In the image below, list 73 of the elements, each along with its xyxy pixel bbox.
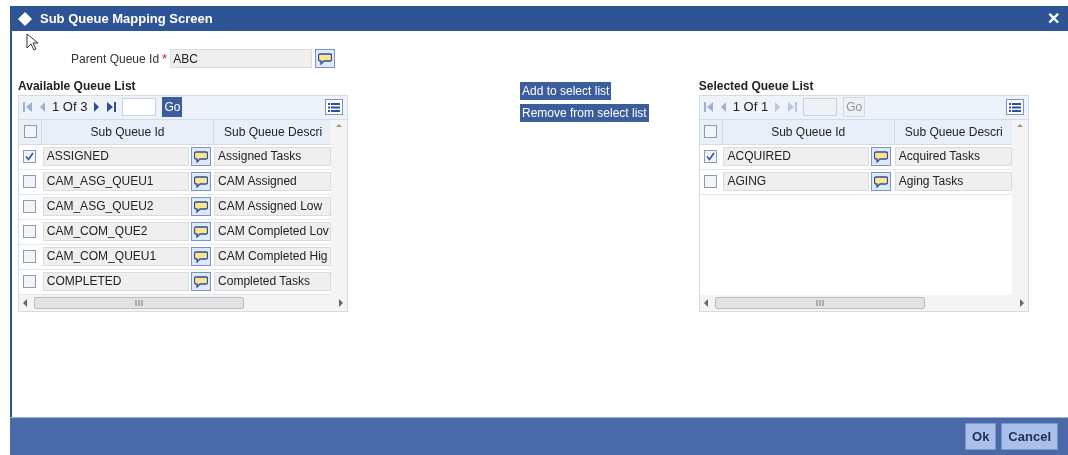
mouse-pointer-icon: [26, 33, 38, 51]
columns-menu-icon[interactable]: [1005, 99, 1024, 115]
description-field[interactable]: Aging Tasks: [894, 172, 1012, 191]
scroll-left-icon[interactable]: [23, 298, 28, 307]
previous-page-icon[interactable]: [39, 101, 46, 113]
lookup-button[interactable]: [871, 147, 892, 166]
dialog-button[interactable]: Ok: [965, 423, 997, 450]
grip-icon: [135, 299, 143, 306]
lookup-button[interactable]: [190, 247, 211, 266]
page-indicator: 1 Of 3: [52, 98, 88, 117]
lookup-button[interactable]: [190, 197, 211, 216]
checkbox[interactable]: [704, 125, 718, 138]
checkbox[interactable]: [704, 175, 718, 188]
last-page-icon[interactable]: [106, 101, 117, 113]
scroll-left-icon[interactable]: [703, 298, 709, 307]
close-button[interactable]: ✕: [1047, 6, 1060, 31]
vertical-scrollbar[interactable]: [1011, 119, 1028, 295]
page-indicator: 1 Of 1: [732, 98, 769, 117]
column-header: Sub Queue Id: [41, 119, 213, 144]
scroll-right-icon[interactable]: [1018, 298, 1024, 307]
checkbox[interactable]: [23, 125, 37, 138]
page-input[interactable]: [122, 98, 157, 116]
horizontal-scrollbar[interactable]: [699, 294, 1028, 311]
section-title: Selected Queue List: [698, 77, 815, 95]
queue-id-field[interactable]: CAM_COM_QUE2: [42, 222, 189, 241]
checkbox[interactable]: [23, 200, 37, 213]
checkbox[interactable]: [23, 250, 37, 263]
queue-id-field[interactable]: COMPLETED: [42, 272, 189, 291]
grip-icon: [815, 299, 824, 306]
description-field[interactable]: CAM Completed Lov: [214, 222, 331, 241]
next-page-icon[interactable]: [93, 101, 101, 113]
previous-page-icon[interactable]: [719, 101, 727, 113]
queue-id-field[interactable]: CAM_ASG_QUEU1: [42, 172, 189, 191]
select-list-button[interactable]: Add to select list: [520, 81, 612, 100]
lookup-button[interactable]: [190, 172, 211, 191]
description-field[interactable]: Completed Tasks: [214, 272, 331, 291]
column-header: Sub Queue Id: [721, 119, 894, 144]
required-mark: *: [162, 50, 168, 68]
column-header: Sub Queue Descri: [893, 119, 1012, 144]
scroll-right-icon[interactable]: [338, 298, 343, 307]
queue-id-field[interactable]: CAM_COM_QUEU1: [42, 247, 189, 266]
checkbox[interactable]: [23, 275, 37, 288]
lookup-button[interactable]: [871, 172, 892, 191]
checkbox[interactable]: [23, 175, 37, 188]
queue-id-field[interactable]: AGING: [723, 172, 870, 191]
columns-menu-icon[interactable]: [325, 99, 343, 115]
vertical-scrollbar[interactable]: [331, 119, 347, 295]
description-field[interactable]: Acquired Tasks: [894, 147, 1012, 166]
queue-id-field[interactable]: ASSIGNED: [42, 147, 189, 166]
checkbox[interactable]: [23, 150, 37, 163]
queue-id-field[interactable]: ACQUIRED: [723, 147, 870, 166]
diamond-icon: [18, 11, 32, 26]
page-input[interactable]: [803, 98, 838, 116]
description-field[interactable]: CAM Assigned: [214, 172, 331, 191]
checkbox[interactable]: [704, 150, 718, 163]
lookup-button[interactable]: [190, 272, 211, 291]
lookup-button[interactable]: [315, 49, 336, 69]
checkbox[interactable]: [23, 225, 37, 238]
field-label: Parent Queue Id: [71, 50, 160, 68]
lookup-button[interactable]: [190, 147, 211, 166]
select-list-button[interactable]: Remove from select list: [520, 103, 649, 122]
description-field[interactable]: Assigned Tasks: [214, 147, 331, 166]
window-title: Sub Queue Mapping Screen: [40, 9, 213, 28]
first-page-icon[interactable]: [23, 101, 33, 113]
queue-id-field[interactable]: CAM_ASG_QUEU2: [42, 197, 189, 216]
lookup-button[interactable]: [190, 222, 211, 241]
section-title: Available Queue List: [18, 77, 137, 95]
go-button[interactable]: Go: [162, 97, 183, 117]
parent-queue-field[interactable]: ABC: [170, 49, 313, 69]
description-field[interactable]: CAM Completed Hig: [214, 247, 331, 266]
first-page-icon[interactable]: [703, 101, 714, 113]
dialog-button[interactable]: Cancel: [1001, 423, 1058, 450]
description-field[interactable]: CAM Assigned Low: [214, 197, 331, 216]
